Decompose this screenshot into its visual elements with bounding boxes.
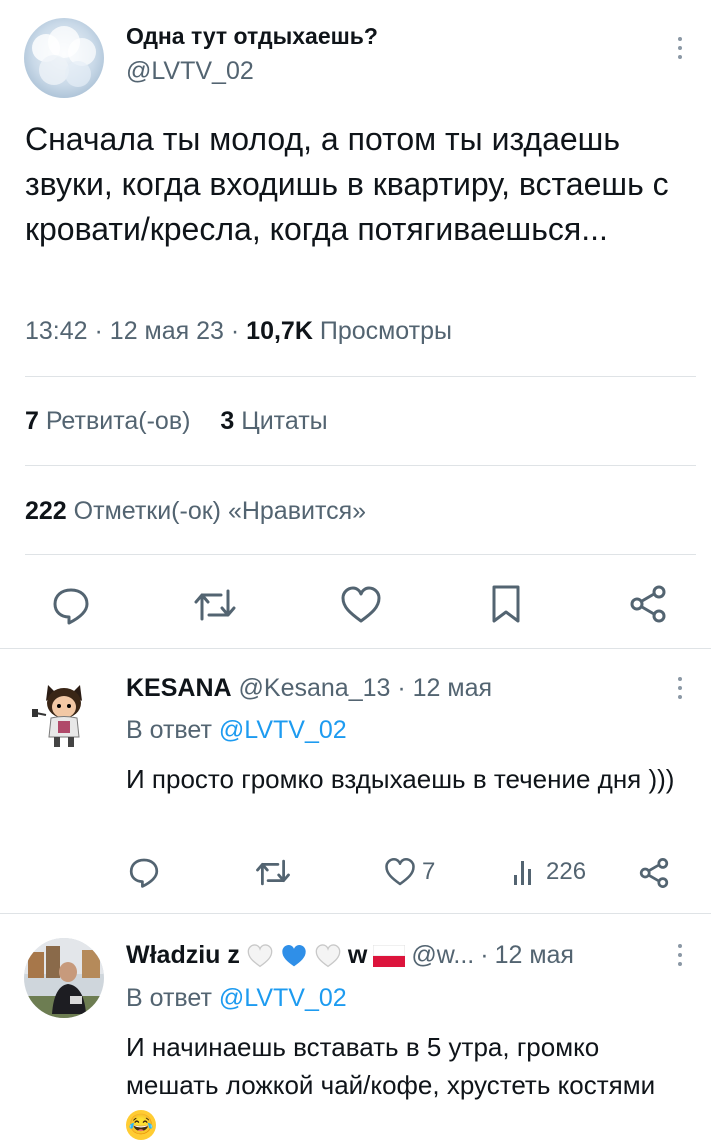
more-options-icon[interactable] [678,37,682,59]
meta-separator: · [397,674,406,702]
retweet-icon[interactable] [193,586,237,624]
reply-icon[interactable] [51,585,91,625]
laughing-emoji-icon: 😂 [126,1110,156,1141]
reply-to-label: В ответ [126,716,212,744]
divider [0,648,711,649]
reply-name-suffix[interactable]: w [348,941,367,970]
reply-avatar[interactable] [24,938,104,1018]
reply-to-line: В ответ @LVTV_02 [126,984,347,1013]
meta-separator: · [230,317,240,345]
reply-text-block: И начинаешь вставать в 5 утра, громко ме… [126,1028,686,1142]
reply-to-line: В ответ @LVTV_02 [126,716,347,745]
more-options-icon[interactable] [678,944,682,966]
share-icon[interactable] [638,857,670,889]
divider [25,465,696,466]
like-icon[interactable] [340,585,382,625]
reply-icon[interactable] [128,856,160,888]
poland-flag-icon [373,944,406,967]
views-count: 10,7K [246,317,313,345]
views-action[interactable]: 226 [512,857,586,887]
like-action[interactable]: 7 [384,857,435,887]
like-icon [384,857,416,887]
quotes-count: 3 [220,407,235,435]
tweet-time[interactable]: 13:42 [25,317,88,345]
views-count: 226 [546,858,587,885]
reply-header: KESANA @Kesana_13 · 12 мая [126,674,492,703]
divider [0,913,711,914]
retweets-label: Ретвита(-ов) [45,407,191,435]
quotes-stat[interactable]: 3 Цитаты [220,407,327,435]
retweet-icon[interactable] [255,857,291,888]
views-chart-icon [512,857,538,887]
reply-text: И начинаешь вставать в 5 утра, громко ме… [126,1032,656,1100]
tweet-meta: 13:42 · 12 мая 23 · 10,7K Просмотры [25,317,452,346]
reply-header: Władziu z w @w... · 12 мая [126,941,574,970]
reply-date[interactable]: 12 мая [413,674,492,702]
tweet-date[interactable]: 12 мая 23 [110,317,224,345]
likes-label: Отметки(-ок) «Нравится» [73,497,367,525]
retweets-count: 7 [25,407,39,435]
reply-text: И просто громко вздыхаешь в течение дня … [126,764,675,794]
divider [25,554,696,555]
blue-heart-icon [280,943,308,969]
reply-date[interactable]: 12 мая [495,941,574,970]
author-avatar[interactable] [24,18,104,98]
reply-to-label: В ответ [126,984,212,1012]
reply-display-name[interactable]: Władziu z [126,941,240,970]
reply-to-handle[interactable]: @LVTV_02 [219,984,347,1012]
meta-separator: · [480,941,489,969]
retweet-quote-stats: 7 Ретвита(-ов) 3 Цитаты [25,407,328,436]
white-heart-icon [246,943,274,969]
quotes-label: Цитаты [241,407,328,435]
like-count: 7 [422,858,436,885]
reply-display-name[interactable]: KESANA [126,674,232,702]
views-label: Просмотры [319,317,452,345]
share-icon[interactable] [628,584,668,624]
reply-avatar[interactable] [24,671,104,751]
retweets-stat[interactable]: 7 Ретвита(-ов) [25,407,197,435]
more-options-icon[interactable] [678,677,682,699]
bookmark-icon[interactable] [490,584,522,624]
tweet-text: Сначала ты молод, а потом ты издаешь зву… [25,121,669,247]
author-handle[interactable]: @LVTV_02 [126,57,254,86]
likes-count: 222 [25,497,67,525]
reply-to-handle[interactable]: @LVTV_02 [219,716,347,744]
reply-handle[interactable]: @w... [411,941,474,970]
reply-handle[interactable]: @Kesana_13 [239,674,391,702]
divider [25,376,696,377]
likes-stat[interactable]: 222 Отметки(-ок) «Нравится» [25,497,366,526]
author-display-name[interactable]: Одна тут отдыхаешь? [126,23,378,50]
white-heart-icon [314,943,342,969]
meta-separator: · [94,317,103,345]
